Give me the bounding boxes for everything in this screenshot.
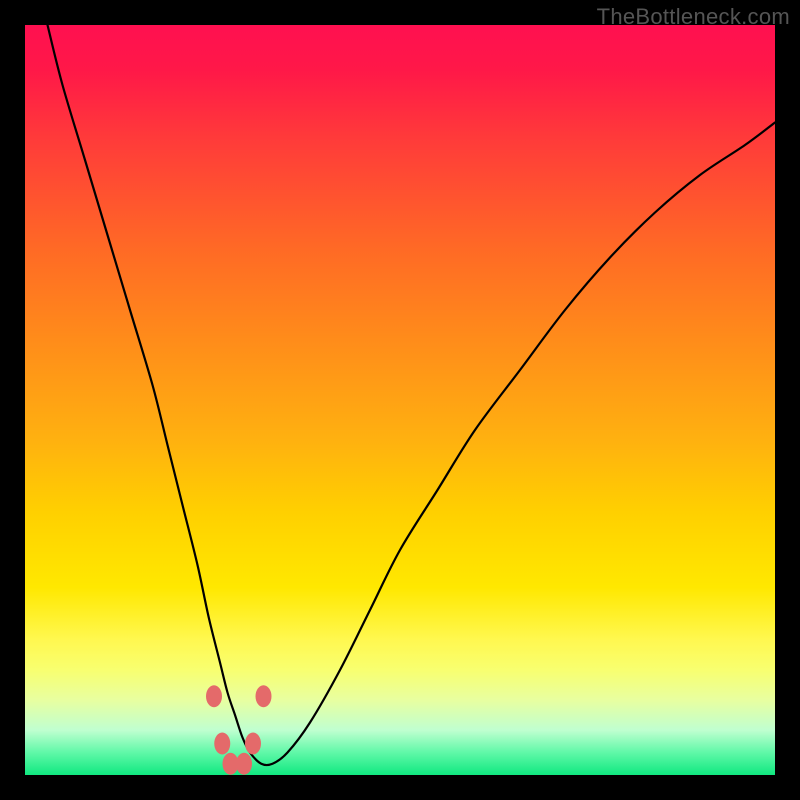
curve-marker [236, 753, 252, 775]
curve-marker [245, 733, 261, 755]
curve-marker [214, 733, 230, 755]
bottleneck-curve [48, 25, 776, 765]
curve-marker [256, 685, 272, 707]
curve-marker [206, 685, 222, 707]
watermark-text: TheBottleneck.com [597, 4, 790, 30]
chart-svg [25, 25, 775, 775]
chart-area [25, 25, 775, 775]
